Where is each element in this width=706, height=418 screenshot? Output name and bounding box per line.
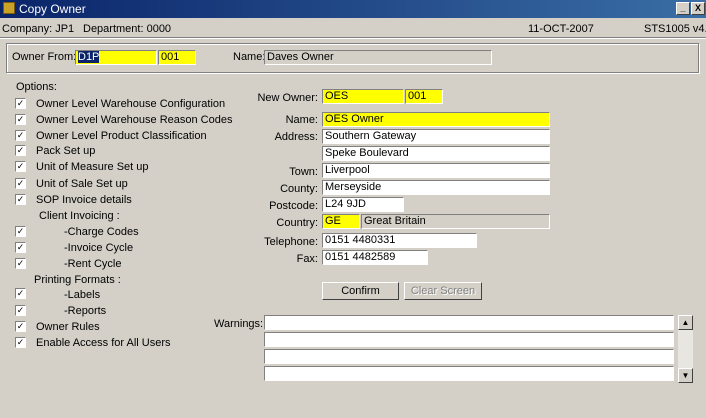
option-uos-checkbox[interactable]: ✓ — [15, 178, 26, 189]
company-text: Company: JP1 — [2, 23, 75, 35]
postcode-input[interactable]: L24 9JD — [322, 197, 404, 212]
option-label: -Invoice Cycle — [64, 242, 134, 254]
option-label: Owner Rules — [36, 321, 100, 333]
clear-screen-button[interactable]: Clear Screen — [404, 282, 482, 300]
option-sop-invoice-checkbox[interactable]: ✓ — [15, 194, 26, 205]
department-text: Department: 0000 — [83, 23, 172, 35]
new-owner-label: New Owner: — [257, 92, 318, 104]
new-owner-code-input[interactable]: OES — [322, 89, 404, 104]
confirm-button[interactable]: Confirm — [322, 282, 399, 300]
window-title: Copy Owner — [19, 2, 86, 16]
option-label: SOP Invoice details — [36, 194, 132, 206]
option-rent-cycle-checkbox[interactable]: ✓ — [15, 258, 26, 269]
option-labels-checkbox[interactable]: ✓ — [15, 288, 26, 299]
country-name-field: Great Britain — [361, 214, 550, 229]
minimize-button[interactable]: _ — [676, 2, 690, 15]
option-label: Owner Level Product Classification — [36, 130, 207, 142]
date-text: 11-OCT-2007 — [528, 23, 594, 35]
address-line2-input[interactable]: Speke Boulevard — [322, 146, 550, 161]
warning-line — [264, 332, 674, 347]
options-title: Options: — [16, 81, 57, 93]
option-label: -Charge Codes — [64, 226, 139, 238]
option-label: Enable Access for All Users — [36, 337, 171, 349]
town-label: Town: — [289, 166, 318, 178]
postcode-label: Postcode: — [269, 200, 318, 212]
fax-input[interactable]: 0151 4482589 — [322, 250, 428, 265]
option-warehouse-config-checkbox[interactable]: ✓ — [15, 98, 26, 109]
option-label: Owner Level Warehouse Configuration — [36, 98, 226, 110]
county-input[interactable]: Merseyside — [322, 180, 550, 195]
owner-from-code-input[interactable]: D1P — [75, 50, 157, 65]
option-pack-setup-checkbox[interactable]: ✓ — [15, 145, 26, 156]
printing-formats-title: Printing Formats : — [34, 274, 121, 286]
option-uom-checkbox[interactable]: ✓ — [15, 161, 26, 172]
new-owner-code2-input[interactable]: 001 — [405, 89, 443, 104]
warnings-scrollbar[interactable]: ▲ ▼ — [678, 315, 693, 383]
scroll-down-icon[interactable]: ▼ — [678, 368, 693, 383]
owner-from-name-label: Name: — [233, 51, 266, 63]
fax-label: Fax: — [296, 253, 318, 265]
option-reports-checkbox[interactable]: ✓ — [15, 305, 26, 316]
client-invoicing-title: Client Invoicing : — [39, 210, 120, 222]
owner-from-label: Owner From: — [12, 51, 77, 63]
option-enable-access-checkbox[interactable]: ✓ — [15, 337, 26, 348]
warning-line — [264, 349, 674, 364]
separator — [0, 37, 706, 39]
county-label: County: — [280, 183, 318, 195]
info-bar: Company: JP1 Department: 0000 11-OCT-200… — [0, 20, 706, 36]
town-input[interactable]: Liverpool — [322, 163, 550, 178]
option-label: -Rent Cycle — [64, 258, 122, 270]
warning-line — [264, 366, 674, 381]
option-label: -Reports — [64, 305, 107, 317]
option-product-class-checkbox[interactable]: ✓ — [15, 130, 26, 141]
warning-line — [264, 315, 674, 330]
app-icon — [3, 2, 15, 14]
option-label: -Labels — [64, 289, 101, 301]
owner-from-name-field: Daves Owner — [264, 50, 492, 65]
option-charge-codes-checkbox[interactable]: ✓ — [15, 226, 26, 237]
owner-from-code2-input[interactable]: 001 — [158, 50, 196, 65]
option-reason-codes-checkbox[interactable]: ✓ — [15, 114, 26, 125]
title-bar: Copy Owner _ X — [0, 0, 706, 18]
version-text: STS1005 v4.3 — [644, 23, 706, 35]
option-label: Unit of Measure Set up — [36, 161, 149, 173]
country-code-input[interactable]: GE — [322, 214, 360, 229]
option-invoice-cycle-checkbox[interactable]: ✓ — [15, 242, 26, 253]
scroll-up-icon[interactable]: ▲ — [678, 315, 693, 330]
address-line1-input[interactable]: Southern Gateway — [322, 129, 550, 144]
option-label: Pack Set up — [36, 145, 96, 157]
option-label: Owner Level Warehouse Reason Codes — [36, 114, 233, 126]
close-button[interactable]: X — [691, 2, 705, 15]
country-label: Country: — [276, 217, 318, 229]
option-owner-rules-checkbox[interactable]: ✓ — [15, 321, 26, 332]
address-label: Address: — [274, 131, 318, 143]
telephone-input[interactable]: 0151 4480331 — [322, 233, 477, 248]
option-label: Unit of Sale Set up — [36, 178, 128, 190]
warnings-label: Warnings: — [214, 318, 264, 330]
telephone-label: Telephone: — [264, 236, 318, 248]
new-owner-name-input[interactable]: OES Owner — [322, 112, 550, 127]
new-owner-name-label: Name: — [285, 114, 318, 126]
